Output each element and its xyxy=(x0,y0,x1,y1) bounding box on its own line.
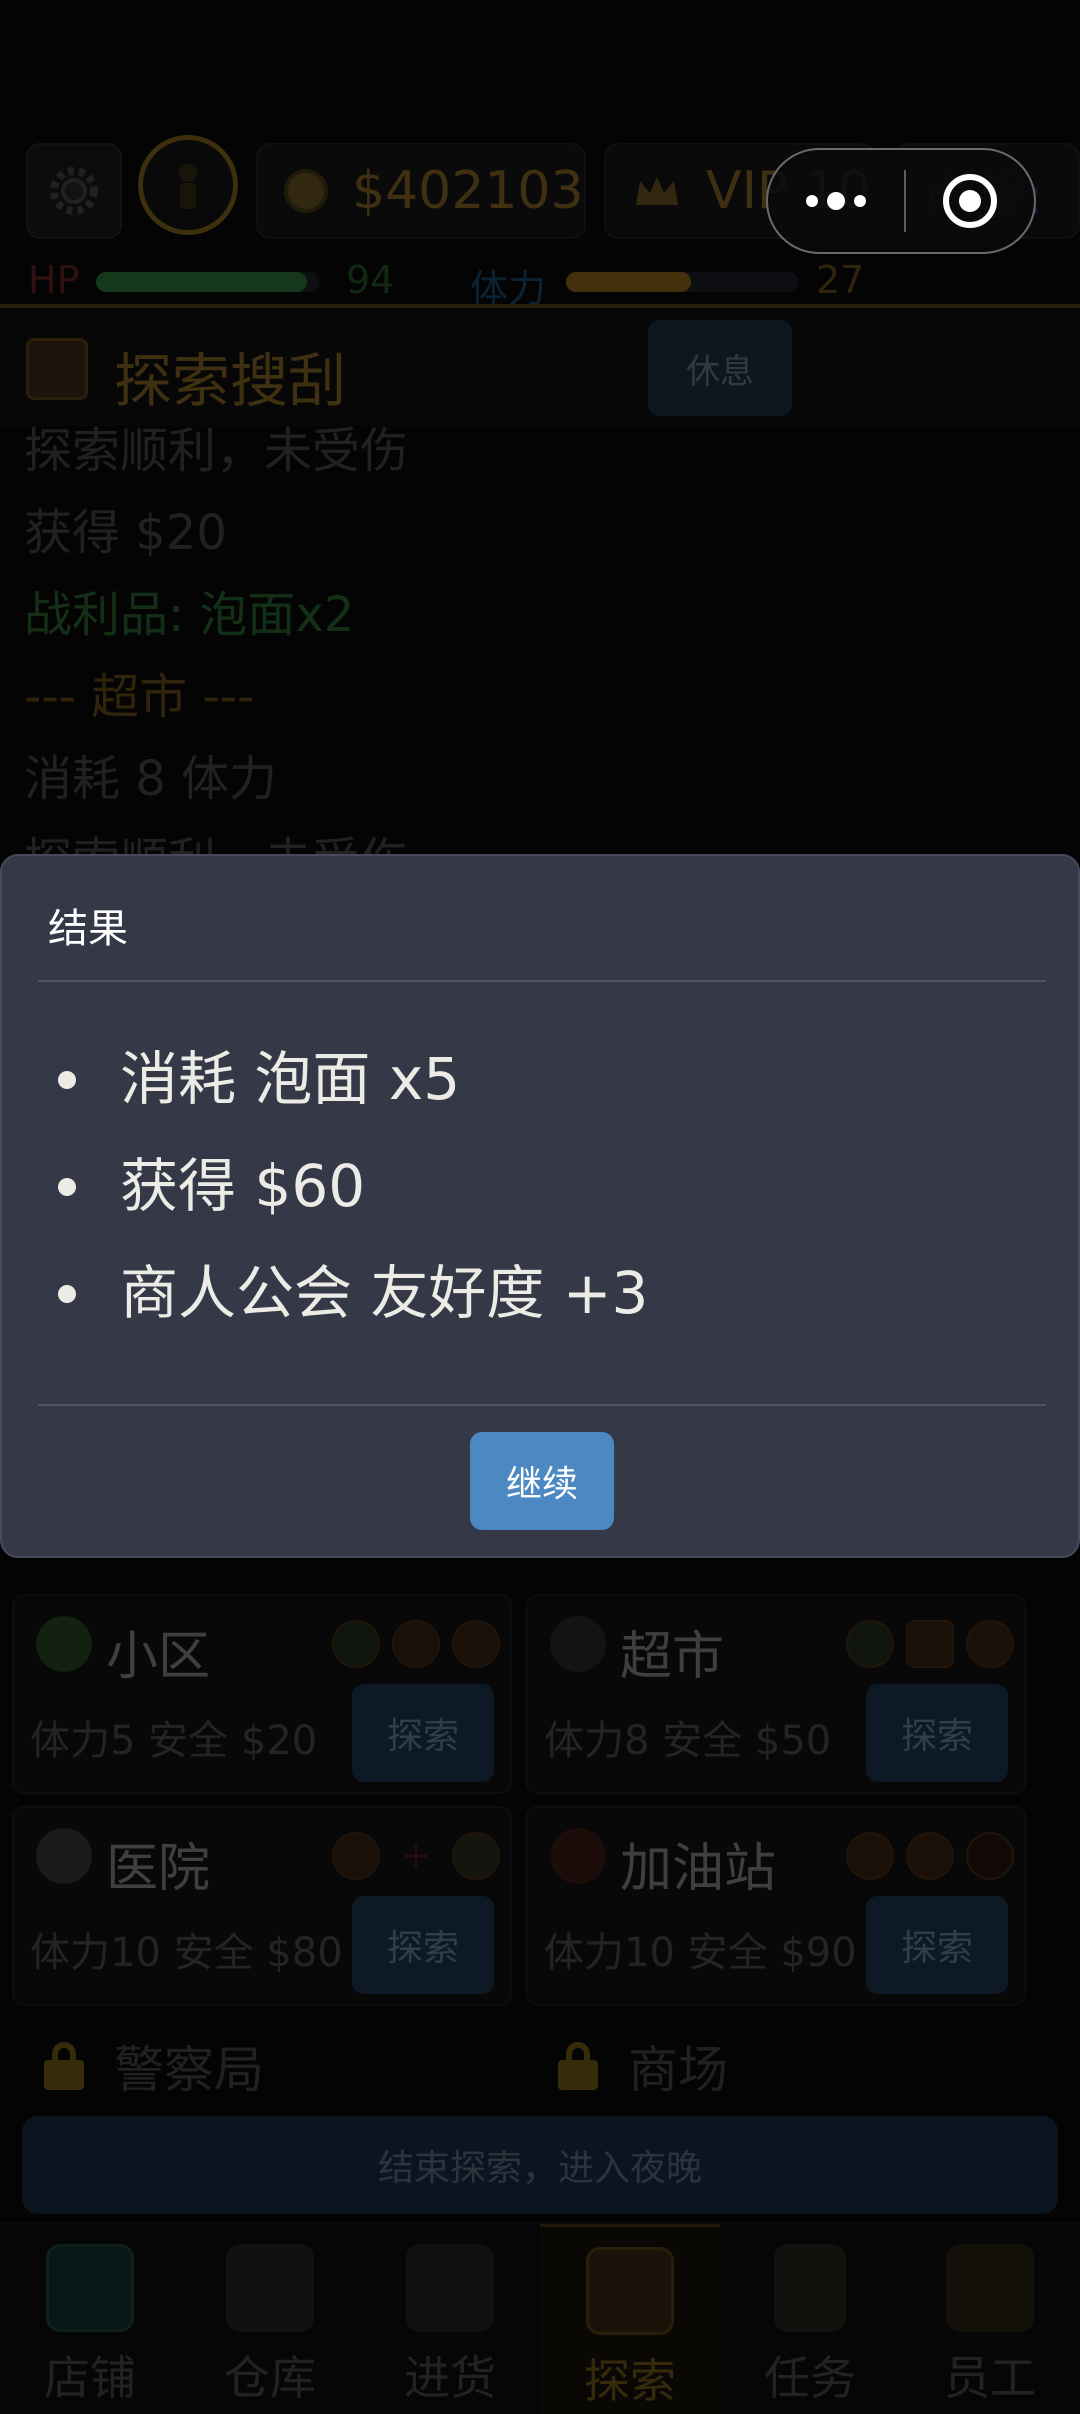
medicine-icon xyxy=(332,1832,380,1880)
locked-location-mall: 商场 xyxy=(558,2026,728,2106)
nav-label: 店铺 xyxy=(44,2351,136,2405)
nav-label: 仓库 xyxy=(224,2351,316,2405)
water-icon xyxy=(392,1620,440,1668)
loot-icon xyxy=(332,1620,380,1668)
location-card-gas-station: 加油站 体力10 安全 $90 探索 xyxy=(526,1806,1026,2006)
log-line: 战利品: 泡面x2 xyxy=(24,587,355,643)
fuel-can-icon xyxy=(846,1832,894,1880)
hp-value: 94 xyxy=(346,258,395,302)
location-card-residential: 小区 体力5 安全 $20 探索 xyxy=(12,1594,512,1794)
log-line: --- 超市 --- xyxy=(24,669,255,725)
hp-bar-fill xyxy=(96,272,307,292)
avatar[interactable] xyxy=(138,135,238,235)
close-miniprogram-button[interactable] xyxy=(906,171,1034,231)
fire-icon xyxy=(966,1832,1014,1880)
explore-button[interactable]: 探索 xyxy=(866,1684,1008,1782)
bottle-icon xyxy=(452,1832,500,1880)
location-name: 医院 xyxy=(106,1839,211,1899)
nav-label: 进货 xyxy=(404,2351,496,2405)
nav-explore[interactable]: 探索 xyxy=(540,2224,720,2414)
miniprogram-capsule xyxy=(766,148,1036,254)
location-card-supermarket: 超市 体力8 安全 $50 探索 xyxy=(526,1594,1026,1794)
explore-button[interactable]: 探索 xyxy=(352,1896,494,1994)
food-icon xyxy=(452,1620,500,1668)
location-name: 小区 xyxy=(106,1627,211,1687)
nav-tasks[interactable]: 任务 xyxy=(720,2224,900,2414)
hp-bar xyxy=(96,272,320,292)
log-line: 获得 $20 xyxy=(24,505,227,561)
stamina-bar-fill xyxy=(566,272,692,292)
survivor-avatar-icon xyxy=(179,164,197,209)
nav-staff[interactable]: 员工 xyxy=(900,2224,1080,2414)
nav-label: 员工 xyxy=(944,2351,1036,2405)
warehouse-icon xyxy=(226,2244,314,2332)
water-icon xyxy=(966,1620,1014,1668)
continue-button[interactable]: 继续 xyxy=(470,1432,614,1530)
status-bars: HP 94 体力 27 xyxy=(0,258,1080,311)
crown-icon xyxy=(636,177,678,205)
end-explore-button[interactable]: 结束探索，进入夜晚 xyxy=(22,2116,1058,2214)
residential-icon xyxy=(36,1616,92,1672)
can-icon xyxy=(906,1620,954,1668)
red-cross-icon: + xyxy=(400,1835,432,1876)
locked-location-police: 警察局 xyxy=(44,2026,264,2106)
rest-button[interactable]: 休息 xyxy=(648,320,792,416)
explore-button[interactable]: 探索 xyxy=(866,1896,1008,1994)
coin-icon xyxy=(284,169,328,213)
toolbox-icon xyxy=(906,1832,954,1880)
settings-button[interactable] xyxy=(26,143,122,239)
explore-button[interactable]: 探索 xyxy=(352,1684,494,1782)
gas-station-icon xyxy=(550,1828,606,1884)
location-name: 加油站 xyxy=(620,1839,777,1899)
explore-log: 探索顺利，未受伤 获得 $20 战利品: 泡面x2 --- 超市 --- 消耗 … xyxy=(24,410,1064,902)
stamina-bar xyxy=(566,272,798,292)
location-name: 超市 xyxy=(620,1627,725,1687)
locked-location-name: 警察局 xyxy=(114,2041,264,2099)
nav-shop[interactable]: 店铺 xyxy=(0,2224,180,2414)
money-display: $402103 xyxy=(256,143,586,239)
lock-icon xyxy=(558,2042,598,2090)
money-value: $402103 xyxy=(352,161,584,221)
modal-divider xyxy=(38,980,1046,982)
nav-restock[interactable]: 进货 xyxy=(360,2224,540,2414)
more-button[interactable] xyxy=(768,189,904,213)
location-meta: 体力10 安全 $80 xyxy=(30,1930,343,1976)
modal-title: 结果 xyxy=(48,906,128,952)
staff-icon xyxy=(946,2244,1034,2332)
explore-icon xyxy=(586,2247,674,2335)
result-item: 消耗 泡面 x5 xyxy=(56,1026,648,1133)
gear-icon xyxy=(50,167,98,215)
target-close-icon xyxy=(943,174,997,228)
log-line: 消耗 8 体力 xyxy=(24,751,278,807)
bottom-nav: 店铺 仓库 进货 探索 任务 员工 xyxy=(0,2222,1080,2414)
nav-label: 探索 xyxy=(584,2354,676,2408)
nav-warehouse[interactable]: 仓库 xyxy=(180,2224,360,2414)
hp-label: HP xyxy=(28,258,80,302)
location-meta: 体力10 安全 $90 xyxy=(544,1930,857,1976)
hospital-icon xyxy=(36,1828,92,1884)
location-card-hospital: 医院 + 体力10 安全 $80 探索 xyxy=(12,1806,512,2006)
lock-icon xyxy=(44,2042,84,2090)
location-meta: 体力8 安全 $50 xyxy=(544,1718,832,1764)
locked-location-name: 商场 xyxy=(628,2041,728,2099)
shop-icon xyxy=(46,2244,134,2332)
log-line: 探索顺利，未受伤 xyxy=(24,423,409,479)
location-meta: 体力5 安全 $20 xyxy=(30,1718,318,1764)
result-item: 商人公会 友好度 +3 xyxy=(56,1240,648,1347)
result-item: 获得 $60 xyxy=(56,1133,648,1240)
section-header: 探索搜刮 休息 xyxy=(0,308,1080,426)
nav-label: 任务 xyxy=(764,2351,856,2405)
truck-icon xyxy=(406,2244,494,2332)
modal-divider xyxy=(38,1404,1046,1406)
task-icon xyxy=(774,2244,846,2332)
result-list: 消耗 泡面 x5 获得 $60 商人公会 友好度 +3 xyxy=(56,1026,648,1347)
supermarket-icon xyxy=(550,1616,606,1672)
stamina-value: 27 xyxy=(816,258,865,302)
explore-section-icon xyxy=(26,338,88,400)
section-title: 探索搜刮 xyxy=(114,347,347,415)
loot-icon xyxy=(846,1620,894,1668)
result-modal: 结果 消耗 泡面 x5 获得 $60 商人公会 友好度 +3 继续 xyxy=(0,854,1080,1558)
more-dots-icon xyxy=(806,192,866,210)
